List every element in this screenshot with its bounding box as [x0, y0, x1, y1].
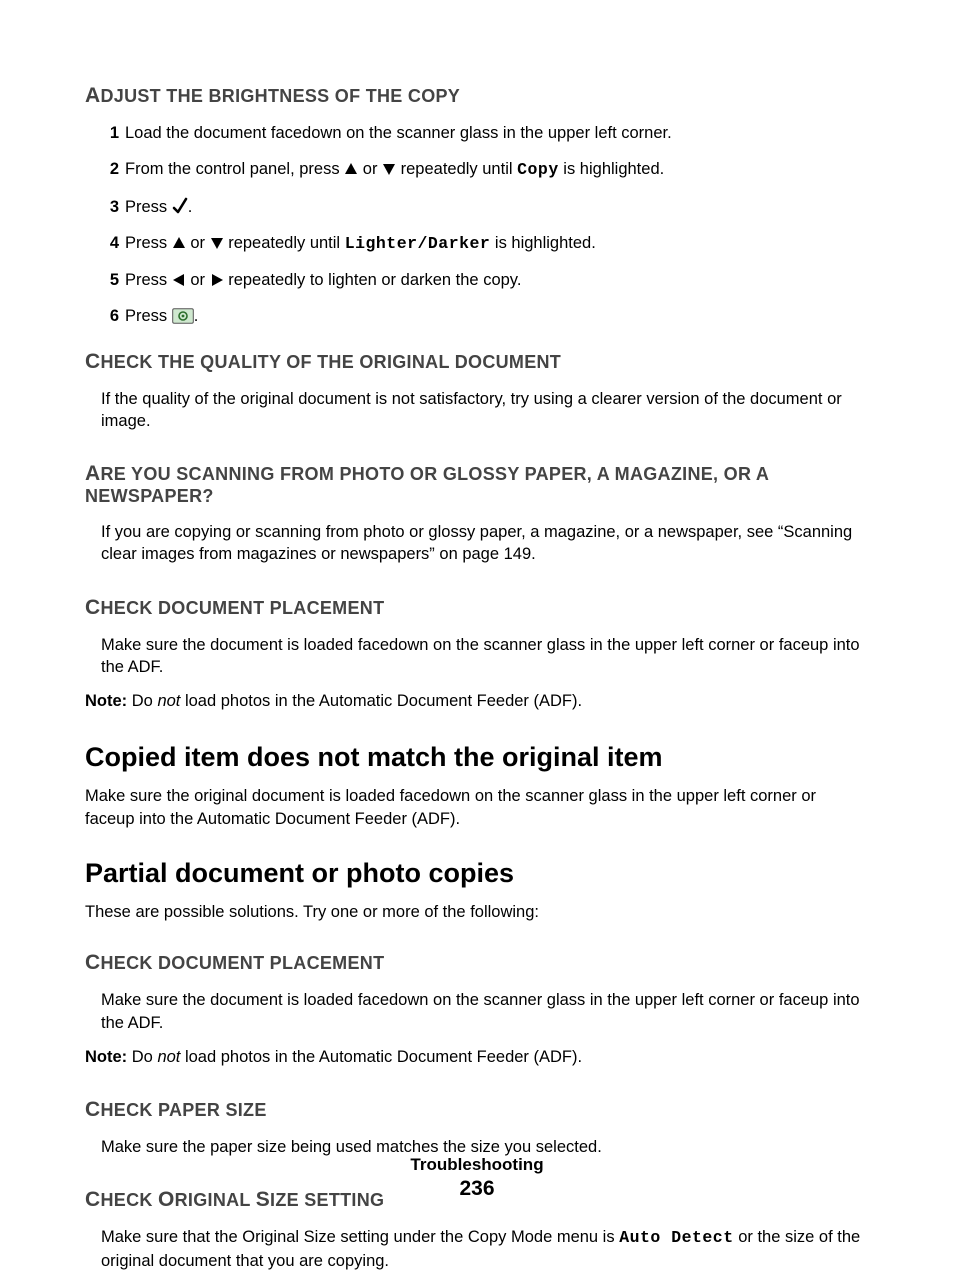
up-arrow-icon	[344, 162, 358, 176]
step-5: 5Press or repeatedly to lighten or darke…	[101, 269, 869, 291]
heading-check-placement: CHECK DOCUMENT PLACEMENT	[85, 951, 869, 975]
right-arrow-icon	[210, 273, 224, 287]
note-text: Note: Do not load photos in the Automati…	[85, 1046, 869, 1068]
section-check-placement-1: CHECK DOCUMENT PLACEMENT Make sure the d…	[85, 596, 869, 713]
heading-adjust-brightness: ADJUST THE BRIGHTNESS OF THE COPY	[85, 84, 869, 108]
step-text: From the control panel, press or repeate…	[125, 160, 664, 178]
step-1: 1Load the document facedown on the scann…	[101, 122, 869, 144]
heading-partial-document: Partial document or photo copies	[85, 858, 869, 889]
page-footer: Troubleshooting 236	[0, 1155, 954, 1201]
note-text: Note: Do not load photos in the Automati…	[85, 690, 869, 712]
section-check-paper-size: CHECK PAPER SIZE Make sure the paper siz…	[85, 1098, 869, 1158]
body-text: These are possible solutions. Try one or…	[85, 901, 869, 923]
section-partial-document: Partial document or photo copies These a…	[85, 858, 869, 923]
step-2: 2From the control panel, press or repeat…	[101, 158, 869, 181]
footer-section-name: Troubleshooting	[0, 1155, 954, 1175]
down-arrow-icon	[382, 162, 396, 176]
body-text: If the quality of the original document …	[85, 388, 869, 433]
step-text: Press or repeatedly to lighten or darken…	[125, 271, 521, 289]
body-text: Make sure the document is loaded facedow…	[85, 634, 869, 679]
steps-list: 1Load the document facedown on the scann…	[85, 122, 869, 328]
document-page: ADJUST THE BRIGHTNESS OF THE COPY 1Load …	[0, 0, 954, 1235]
left-arrow-icon	[172, 273, 186, 287]
body-text: Make sure the original document is loade…	[85, 785, 869, 830]
body-text: If you are copying or scanning from phot…	[85, 521, 869, 566]
section-copied-item: Copied item does not match the original …	[85, 742, 869, 830]
heading-scanning-from: ARE YOU SCANNING FROM PHOTO OR GLOSSY PA…	[85, 462, 869, 507]
step-text: Press or repeatedly until Lighter/Darker…	[125, 234, 596, 252]
start-button-icon	[172, 308, 194, 324]
section-adjust-brightness: ADJUST THE BRIGHTNESS OF THE COPY 1Load …	[85, 84, 869, 328]
up-arrow-icon	[172, 236, 186, 250]
checkmark-icon	[172, 197, 188, 215]
section-scanning-from: ARE YOU SCANNING FROM PHOTO OR GLOSSY PA…	[85, 462, 869, 566]
heading-check-quality: CHECK THE QUALITY OF THE ORIGINAL DOCUME…	[85, 350, 869, 374]
heading-copied-item: Copied item does not match the original …	[85, 742, 869, 773]
heading-check-paper-size: CHECK PAPER SIZE	[85, 1098, 869, 1122]
step-text: Load the document facedown on the scanne…	[125, 124, 672, 142]
body-text: Make sure the document is loaded facedow…	[85, 989, 869, 1034]
section-check-quality: CHECK THE QUALITY OF THE ORIGINAL DOCUME…	[85, 350, 869, 433]
step-3: 3Press .	[101, 196, 869, 218]
step-text: Press .	[125, 198, 192, 216]
step-text: Press .	[125, 307, 198, 325]
body-text: Make sure that the Original Size setting…	[85, 1226, 869, 1272]
section-check-placement-2: CHECK DOCUMENT PLACEMENT Make sure the d…	[85, 951, 869, 1068]
down-arrow-icon	[210, 236, 224, 250]
heading-check-placement: CHECK DOCUMENT PLACEMENT	[85, 596, 869, 620]
footer-page-number: 236	[0, 1177, 954, 1201]
step-4: 4Press or repeatedly until Lighter/Darke…	[101, 232, 869, 255]
step-6: 6Press .	[101, 305, 869, 327]
